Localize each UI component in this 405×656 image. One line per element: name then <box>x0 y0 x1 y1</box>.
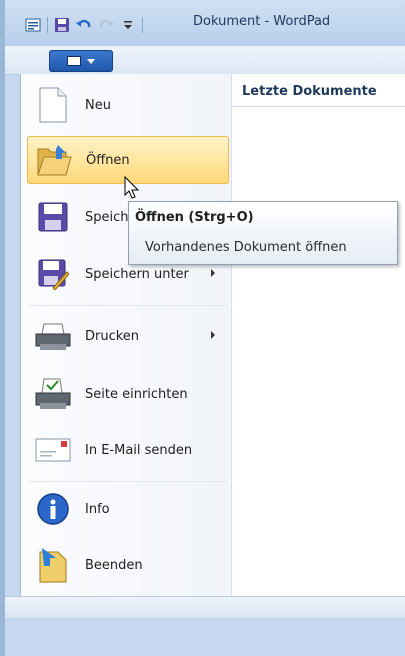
menu-item-print[interactable]: Drucken <box>27 312 229 360</box>
new-document-icon <box>33 85 73 125</box>
menu-item-label: Info <box>85 501 110 517</box>
open-tooltip: Öffnen (Strg+O) Vorhandenes Dokument öff… <box>128 201 398 265</box>
printer-icon <box>33 316 73 356</box>
undo-icon[interactable] <box>76 17 92 33</box>
menu-item-label: Seite einrichten <box>85 386 188 402</box>
save-icon[interactable] <box>54 17 70 33</box>
recent-documents-title: Letzte Dokumente <box>242 84 377 99</box>
application-menu-icon <box>67 56 81 66</box>
exit-icon <box>33 545 73 585</box>
save-as-icon <box>33 254 73 294</box>
redo-icon[interactable] <box>98 17 114 33</box>
save-disk-icon <box>33 197 73 237</box>
menu-item-info[interactable]: Info <box>27 485 229 533</box>
info-icon <box>33 489 73 529</box>
ribbon-tab-bar <box>5 46 405 75</box>
title-bar: Dokument - WordPad <box>5 0 405 46</box>
menu-item-exit[interactable]: Beenden <box>27 541 229 589</box>
open-folder-icon <box>34 140 74 180</box>
wordpad-app-icon[interactable] <box>25 17 41 33</box>
recent-documents-pane: Letzte Dokumente <box>232 74 405 596</box>
application-menu: Neu Öffnen Speichern Speichern unter Dru… <box>20 74 405 596</box>
menu-commands: Neu Öffnen Speichern Speichern unter Dru… <box>21 74 232 596</box>
menu-item-label: Drucken <box>85 328 140 344</box>
qat-divider <box>142 17 143 33</box>
menu-item-label: Speichern unter <box>85 266 189 282</box>
menu-footer <box>5 596 405 619</box>
menu-item-page-setup[interactable]: Seite einrichten <box>27 370 229 418</box>
status-bar <box>5 618 405 656</box>
menu-separator <box>29 481 227 482</box>
email-icon <box>33 430 73 470</box>
page-setup-icon <box>33 374 73 414</box>
quick-access-toolbar <box>25 14 143 36</box>
submenu-arrow-icon <box>211 269 215 277</box>
menu-item-label: Beenden <box>85 557 143 573</box>
mouse-cursor-icon <box>124 175 140 204</box>
qat-divider <box>47 17 48 33</box>
window-title: Dokument - WordPad <box>193 14 331 29</box>
menu-item-new[interactable]: Neu <box>27 81 229 129</box>
menu-separator <box>29 305 227 306</box>
customize-toolbar-icon[interactable] <box>120 17 136 33</box>
application-menu-button[interactable] <box>49 50 113 72</box>
chevron-down-icon <box>87 58 95 64</box>
tooltip-description: Vorhandenes Dokument öffnen <box>145 240 347 255</box>
menu-item-send-email[interactable]: In E-Mail senden <box>27 426 229 474</box>
recent-documents-separator <box>232 106 405 107</box>
tooltip-title: Öffnen (Strg+O) <box>135 210 254 225</box>
menu-item-label: Öffnen <box>86 152 130 168</box>
submenu-arrow-icon <box>211 331 215 339</box>
menu-item-label: In E-Mail senden <box>85 442 193 458</box>
menu-item-label: Neu <box>85 97 111 113</box>
